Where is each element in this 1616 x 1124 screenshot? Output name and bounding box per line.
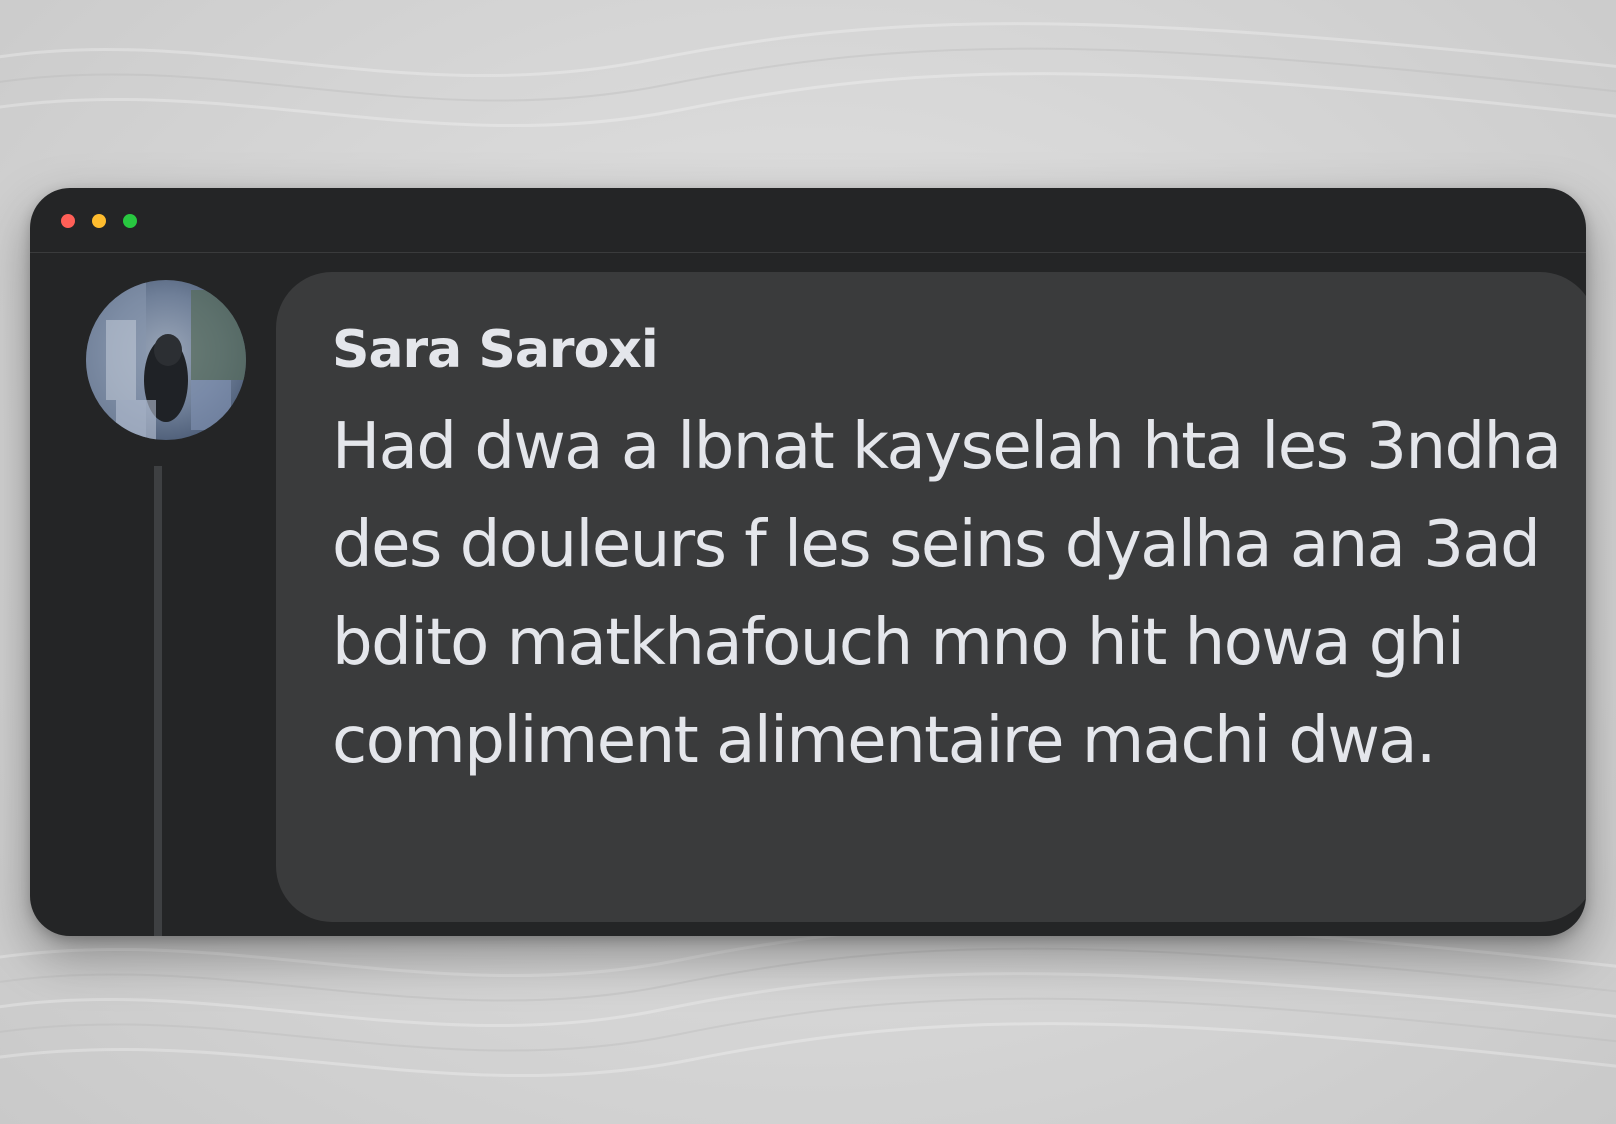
minimize-window-button[interactable] bbox=[92, 214, 106, 228]
comment-author-name[interactable]: Sara Saroxi bbox=[332, 320, 659, 380]
window-titlebar bbox=[30, 188, 1586, 253]
maximize-window-button[interactable] bbox=[123, 214, 137, 228]
avatar-image bbox=[86, 280, 246, 440]
app-window: Sara Saroxi Had dwa a lbnat kayselah hta… bbox=[30, 188, 1586, 936]
thread-line bbox=[154, 466, 162, 936]
close-window-button[interactable] bbox=[61, 214, 75, 228]
comment-bubble: Sara Saroxi Had dwa a lbnat kayselah hta… bbox=[276, 272, 1586, 922]
avatar[interactable] bbox=[86, 280, 246, 440]
comment-text: Had dwa a lbnat kayselah hta les 3ndha d… bbox=[332, 410, 1562, 778]
